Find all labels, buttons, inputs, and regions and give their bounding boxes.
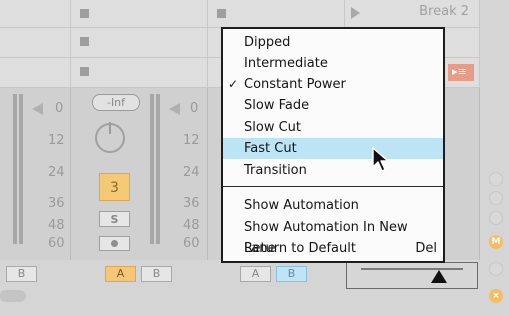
db-tick: 24 — [48, 165, 65, 180]
side-toggle[interactable] — [489, 262, 503, 276]
menu-item-constant-power[interactable]: ✓ Constant Power — [223, 74, 443, 95]
level-meter — [156, 94, 160, 244]
clip-slot[interactable] — [71, 0, 208, 28]
volume-value[interactable]: -Inf — [92, 94, 140, 111]
db-tick: 60 — [48, 236, 65, 251]
side-toggle[interactable] — [489, 172, 503, 186]
crossfade-a-button[interactable]: A — [105, 266, 136, 282]
menu-item-transition[interactable]: Transition — [223, 160, 443, 181]
crossfade-curve-menu: Dipped Intermediate ✓ Constant Power Slo… — [221, 27, 445, 263]
crossfade-switch-button[interactable]: ▸≡ — [448, 64, 474, 81]
menu-separator — [223, 186, 443, 187]
mixer-strip-2: 0 12 24 36 48 60 — [71, 88, 208, 260]
solo-button[interactable]: S — [99, 211, 130, 227]
arm-record-button[interactable] — [99, 236, 130, 251]
menu-item-slow-fade[interactable]: Slow Fade — [223, 95, 443, 116]
clip-slot[interactable] — [0, 58, 71, 88]
level-meter — [150, 94, 154, 244]
stop-square-icon[interactable] — [217, 9, 226, 18]
close-icon[interactable]: × — [489, 289, 503, 303]
menu-item-dipped[interactable]: Dipped — [223, 32, 443, 53]
clip-slot[interactable] — [0, 0, 71, 28]
db-tick: 36 — [48, 196, 65, 211]
shortcut-label: Del — [415, 241, 437, 256]
menu-item-intermediate[interactable]: Intermediate — [223, 53, 443, 74]
session-view: Break 2 ▸≡ 0 12 24 36 48 60 0 12 24 36 4… — [0, 0, 509, 316]
stop-square-icon[interactable] — [80, 9, 89, 18]
mouse-pointer-icon — [372, 147, 389, 172]
track-activator-button[interactable]: 3 — [99, 173, 130, 201]
clip-name: Break 2 — [419, 4, 469, 19]
db-tick: 24 — [183, 165, 200, 180]
db-tick: 12 — [183, 133, 200, 148]
crossfader-thumb[interactable] — [431, 270, 447, 283]
level-meter — [19, 94, 23, 244]
level-meter — [13, 94, 17, 244]
db-tick: 0 — [55, 101, 64, 116]
clip-slot-break-2[interactable]: Break 2 — [345, 0, 480, 28]
mixer-strip-1: 0 12 24 36 48 60 — [0, 88, 71, 260]
db-tick: 48 — [183, 218, 200, 233]
crossfader[interactable] — [346, 262, 478, 289]
crossfade-b-button[interactable]: B — [141, 266, 172, 282]
menu-item-show-automation[interactable]: Show Automation — [223, 195, 443, 216]
clip-slot[interactable] — [71, 58, 208, 88]
checkmark-icon: ✓ — [228, 77, 239, 91]
clip-slot[interactable] — [0, 28, 71, 58]
horizontal-scrollbar[interactable] — [0, 290, 26, 302]
db-tick: 0 — [190, 101, 199, 116]
clip-play-icon[interactable] — [351, 7, 360, 19]
stop-square-icon[interactable] — [80, 67, 89, 76]
menu-item-return-to-default[interactable]: Return to Default Del — [223, 238, 443, 259]
menu-item-show-automation-new-lane[interactable]: Show Automation In New Lane — [223, 217, 443, 256]
db-tick: 60 — [183, 236, 200, 251]
crossfade-b-button[interactable]: B — [276, 266, 307, 282]
menu-item-fast-cut[interactable]: Fast Cut — [223, 138, 443, 159]
clip-slot[interactable] — [208, 0, 345, 28]
stop-square-icon[interactable] — [80, 37, 89, 46]
db-tick: 12 — [48, 133, 65, 148]
crossfade-b-button[interactable]: B — [6, 266, 37, 282]
crossfader-track — [361, 268, 463, 270]
db-tick: 36 — [183, 196, 200, 211]
crossfade-a-button[interactable]: A — [240, 266, 271, 282]
volume-fader-handle[interactable] — [169, 103, 180, 115]
db-tick: 48 — [48, 218, 65, 233]
menu-item-slow-cut[interactable]: Slow Cut — [223, 117, 443, 138]
side-toggle[interactable] — [489, 191, 503, 205]
volume-fader-handle[interactable] — [32, 103, 43, 115]
side-toggle[interactable] — [489, 211, 503, 225]
clip-slot[interactable] — [71, 28, 208, 58]
pan-knob[interactable] — [95, 122, 125, 153]
mixer-toggle-button[interactable]: M — [489, 235, 503, 249]
